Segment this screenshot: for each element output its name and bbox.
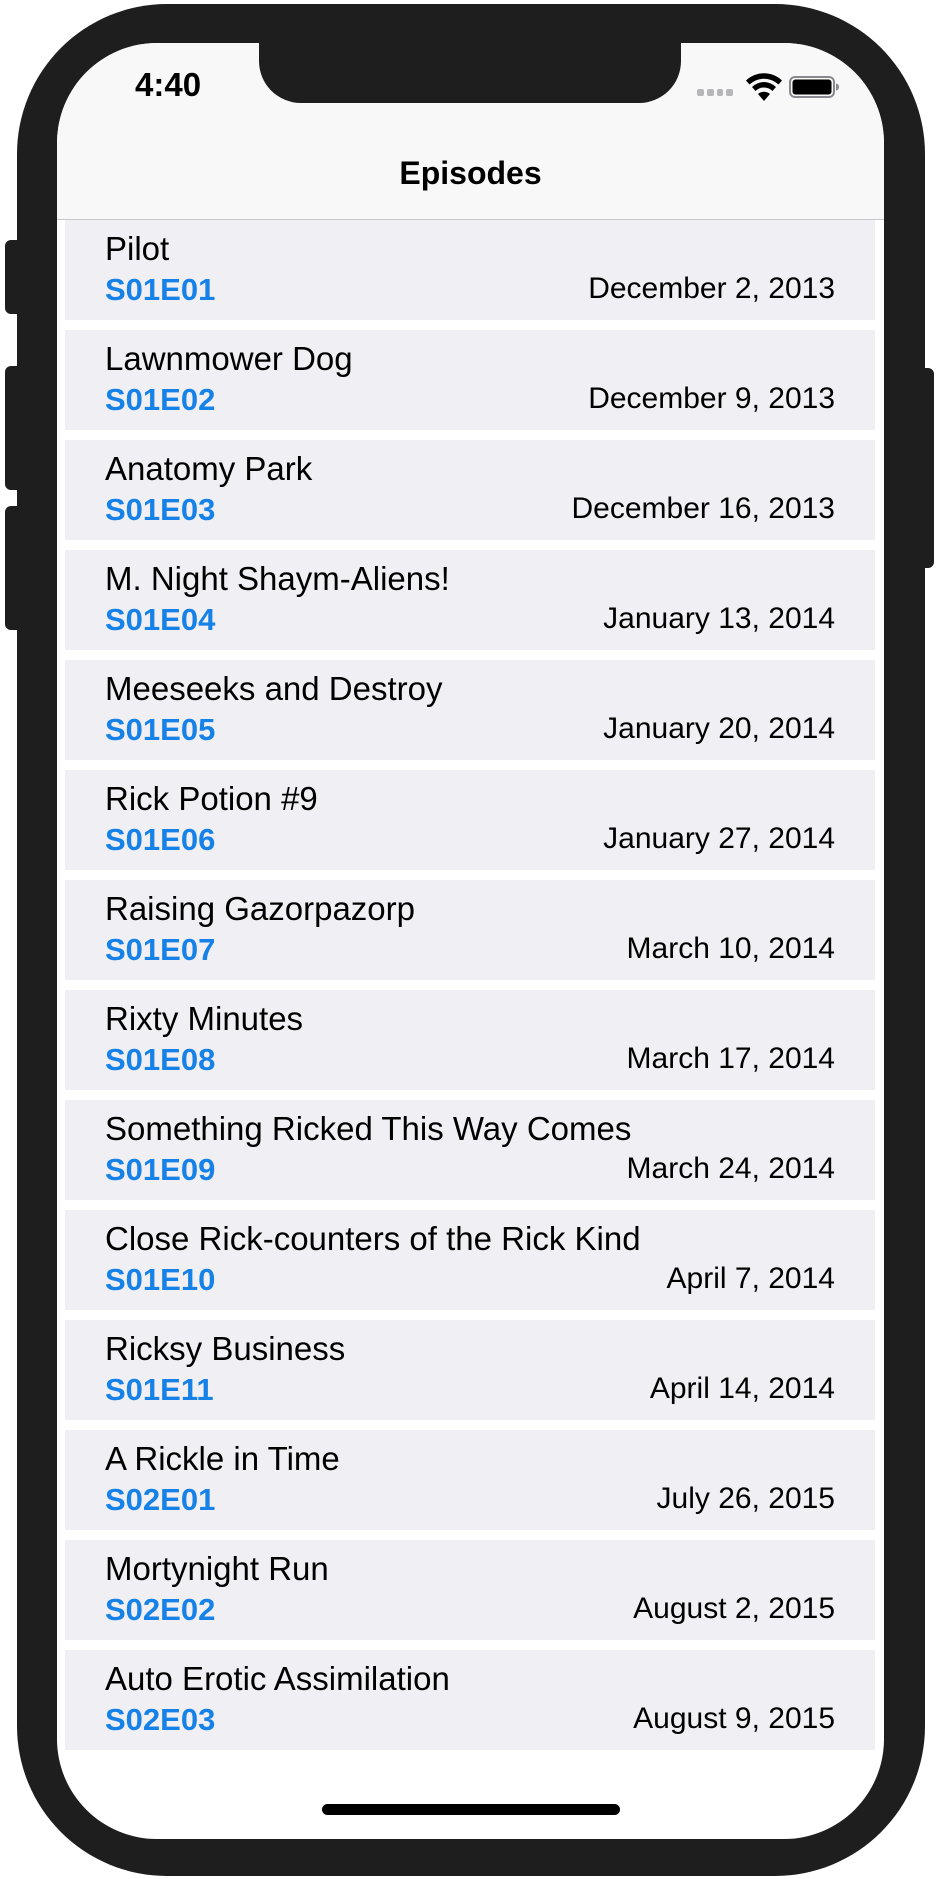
episode-title: A Rickle in Time bbox=[105, 1440, 340, 1477]
episode-title: Ricksy Business bbox=[105, 1330, 346, 1367]
episode-air-date: December 9, 2013 bbox=[588, 382, 835, 415]
episode-row[interactable]: Auto Erotic Assimilation S02E03 August 9… bbox=[65, 1650, 875, 1750]
episode-air-date: March 24, 2014 bbox=[626, 1152, 835, 1185]
notch bbox=[259, 43, 681, 103]
episode-title: Raising Gazorpazorp bbox=[105, 890, 415, 927]
episode-air-date: April 14, 2014 bbox=[649, 1372, 835, 1405]
episode-row[interactable]: Mortynight Run S02E02 August 2, 2015 bbox=[65, 1540, 875, 1640]
episode-air-date: August 9, 2015 bbox=[633, 1702, 835, 1735]
episode-row[interactable]: Rick Potion #9 S01E06 January 27, 2014 bbox=[65, 770, 875, 870]
episode-title: Mortynight Run bbox=[105, 1550, 329, 1587]
episode-code: S01E01 bbox=[105, 272, 216, 307]
status-time: 4:40 bbox=[135, 66, 202, 103]
episode-code: S01E04 bbox=[105, 602, 216, 637]
episode-title: Anatomy Park bbox=[105, 450, 313, 487]
episode-code: S01E06 bbox=[105, 822, 216, 857]
episode-row[interactable]: Meeseeks and Destroy S01E05 January 20, … bbox=[65, 660, 875, 760]
episode-row[interactable]: Lawnmower Dog S01E02 December 9, 2013 bbox=[65, 330, 875, 430]
episode-air-date: March 17, 2014 bbox=[626, 1042, 835, 1075]
episode-row[interactable]: Rixty Minutes S01E08 March 17, 2014 bbox=[65, 990, 875, 1090]
episode-row[interactable]: M. Night Shaym-Aliens! S01E04 January 13… bbox=[65, 550, 875, 650]
episode-title: Meeseeks and Destroy bbox=[105, 670, 443, 707]
episode-code: S01E02 bbox=[105, 382, 216, 417]
episode-row[interactable]: Ricksy Business S01E11 April 14, 2014 bbox=[65, 1320, 875, 1420]
episode-title: Rixty Minutes bbox=[105, 1000, 304, 1037]
episode-row[interactable]: Something Ricked This Way Comes S01E09 M… bbox=[65, 1100, 875, 1200]
episode-title: Lawnmower Dog bbox=[105, 340, 353, 377]
home-indicator[interactable] bbox=[322, 1804, 620, 1815]
episode-code: S01E08 bbox=[105, 1042, 216, 1077]
wifi-icon bbox=[746, 73, 782, 101]
episode-code: S02E03 bbox=[105, 1702, 216, 1737]
episode-air-date: January 13, 2014 bbox=[603, 602, 835, 635]
phone-frame: Episodes 4:40 Pilot S01E01 December 2, 2… bbox=[0, 0, 936, 1879]
episode-title: Rick Potion #9 bbox=[105, 780, 318, 817]
episode-air-date: August 2, 2015 bbox=[633, 1592, 835, 1625]
episode-code: S01E05 bbox=[105, 712, 216, 747]
screen: Episodes 4:40 Pilot S01E01 December 2, 2… bbox=[57, 43, 884, 1839]
episode-title: Auto Erotic Assimilation bbox=[105, 1660, 450, 1697]
episode-air-date: December 16, 2013 bbox=[571, 492, 836, 525]
cellular-signal-icon bbox=[697, 89, 733, 97]
episode-list: Pilot S01E01 December 2, 2013 Lawnmower … bbox=[65, 220, 875, 1760]
episode-code: S02E01 bbox=[105, 1482, 216, 1517]
episode-air-date: July 26, 2015 bbox=[656, 1482, 835, 1515]
episode-row[interactable]: A Rickle in Time S02E01 July 26, 2015 bbox=[65, 1430, 875, 1530]
episode-code: S01E07 bbox=[105, 932, 216, 967]
episode-air-date: January 27, 2014 bbox=[603, 822, 835, 855]
page-title: Episodes bbox=[399, 155, 542, 191]
episode-code: S01E10 bbox=[105, 1262, 216, 1297]
episode-code: S01E09 bbox=[105, 1152, 216, 1187]
episode-title: Close Rick-counters of the Rick Kind bbox=[105, 1220, 641, 1257]
episode-code: S02E02 bbox=[105, 1592, 216, 1627]
episode-row[interactable]: Close Rick-counters of the Rick Kind S01… bbox=[65, 1210, 875, 1310]
episode-air-date: January 20, 2014 bbox=[603, 712, 835, 745]
episode-row[interactable]: Raising Gazorpazorp S01E07 March 10, 201… bbox=[65, 880, 875, 980]
episode-title: Something Ricked This Way Comes bbox=[105, 1110, 632, 1147]
episode-code: S01E03 bbox=[105, 492, 216, 527]
episode-row[interactable]: Anatomy Park S01E03 December 16, 2013 bbox=[65, 440, 875, 540]
episode-air-date: April 7, 2014 bbox=[666, 1262, 835, 1295]
episode-title: M. Night Shaym-Aliens! bbox=[105, 560, 450, 597]
episode-row[interactable]: Pilot S01E01 December 2, 2013 bbox=[65, 220, 875, 320]
episode-title: Pilot bbox=[105, 230, 170, 267]
episode-air-date: December 2, 2013 bbox=[588, 272, 835, 305]
episode-code: S01E11 bbox=[105, 1372, 214, 1407]
battery-icon bbox=[789, 76, 839, 98]
episode-air-date: March 10, 2014 bbox=[626, 932, 835, 965]
